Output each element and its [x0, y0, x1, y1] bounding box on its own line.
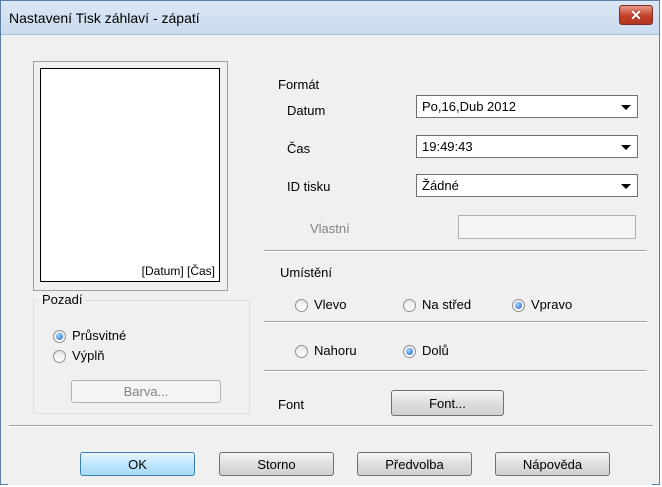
- transparent-radio[interactable]: [53, 330, 66, 343]
- defaults-button[interactable]: Předvolba: [357, 452, 472, 476]
- cancel-button-label: Storno: [257, 456, 296, 472]
- left-label[interactable]: Vlevo: [314, 297, 347, 312]
- separator: [9, 425, 653, 427]
- right-label[interactable]: Vpravo: [531, 297, 572, 312]
- header-footer-settings-dialog: Nastavení Tisk záhlaví - zápatí ✕ [Datum…: [0, 0, 660, 485]
- font-button-label: Font...: [429, 395, 466, 411]
- date-value: Po,16,Dub 2012: [422, 99, 516, 114]
- ok-button-label: OK: [128, 456, 147, 472]
- fill-radio[interactable]: [53, 350, 66, 363]
- font-label: Font: [278, 397, 305, 412]
- preview-page: [Datum] [Čas]: [40, 68, 220, 282]
- time-dropdown[interactable]: 19:49:43: [416, 135, 638, 158]
- dialog-content: [Datum] [Čas] Pozadí Průsvitné Výplň Bar…: [8, 35, 653, 485]
- cancel-button[interactable]: Storno: [219, 452, 334, 476]
- center-label[interactable]: Na střed: [422, 297, 471, 312]
- fill-label[interactable]: Výplň: [72, 348, 105, 363]
- date-dropdown[interactable]: Po,16,Dub 2012: [416, 95, 638, 118]
- separator: [264, 321, 647, 323]
- separator: [264, 250, 647, 252]
- print-id-value: Žádné: [422, 178, 459, 193]
- right-radio[interactable]: [512, 299, 525, 312]
- color-button[interactable]: Barva...: [71, 380, 221, 403]
- close-icon: ✕: [630, 6, 642, 23]
- center-radio[interactable]: [403, 299, 416, 312]
- format-heading: Formát: [278, 77, 320, 92]
- ok-button[interactable]: OK: [80, 452, 195, 476]
- color-button-label: Barva...: [123, 384, 169, 399]
- print-id-label: ID tisku: [287, 179, 331, 194]
- print-id-dropdown[interactable]: Žádné: [416, 174, 638, 197]
- close-button[interactable]: ✕: [619, 5, 653, 25]
- date-label: Datum: [287, 103, 326, 118]
- time-value: 19:49:43: [422, 139, 473, 154]
- chevron-down-icon: [621, 105, 631, 110]
- preview-text: [Datum] [Čas]: [141, 264, 215, 278]
- chevron-down-icon: [621, 145, 631, 150]
- top-radio[interactable]: [295, 345, 308, 358]
- window-title: Nastavení Tisk záhlaví - zápatí: [9, 10, 200, 26]
- bottom-label[interactable]: Dolů: [422, 343, 449, 358]
- left-radio[interactable]: [295, 299, 308, 312]
- time-label: Čas: [287, 141, 311, 156]
- top-label[interactable]: Nahoru: [314, 343, 357, 358]
- bottom-radio[interactable]: [403, 345, 416, 358]
- placement-heading: Umístění: [280, 265, 333, 280]
- font-button[interactable]: Font...: [391, 390, 504, 416]
- transparent-label[interactable]: Průsvitné: [72, 328, 126, 343]
- title-bar[interactable]: Nastavení Tisk záhlaví - zápatí ✕: [1, 1, 659, 35]
- help-button[interactable]: Nápověda: [495, 452, 610, 476]
- chevron-down-icon: [621, 184, 631, 189]
- defaults-button-label: Předvolba: [385, 456, 444, 472]
- custom-label: Vlastní: [310, 221, 350, 236]
- preview-frame: [Datum] [Čas]: [33, 61, 228, 291]
- help-button-label: Nápověda: [522, 456, 583, 472]
- separator: [264, 370, 647, 372]
- custom-input[interactable]: [458, 215, 636, 239]
- background-group-label: Pozadí: [39, 292, 86, 307]
